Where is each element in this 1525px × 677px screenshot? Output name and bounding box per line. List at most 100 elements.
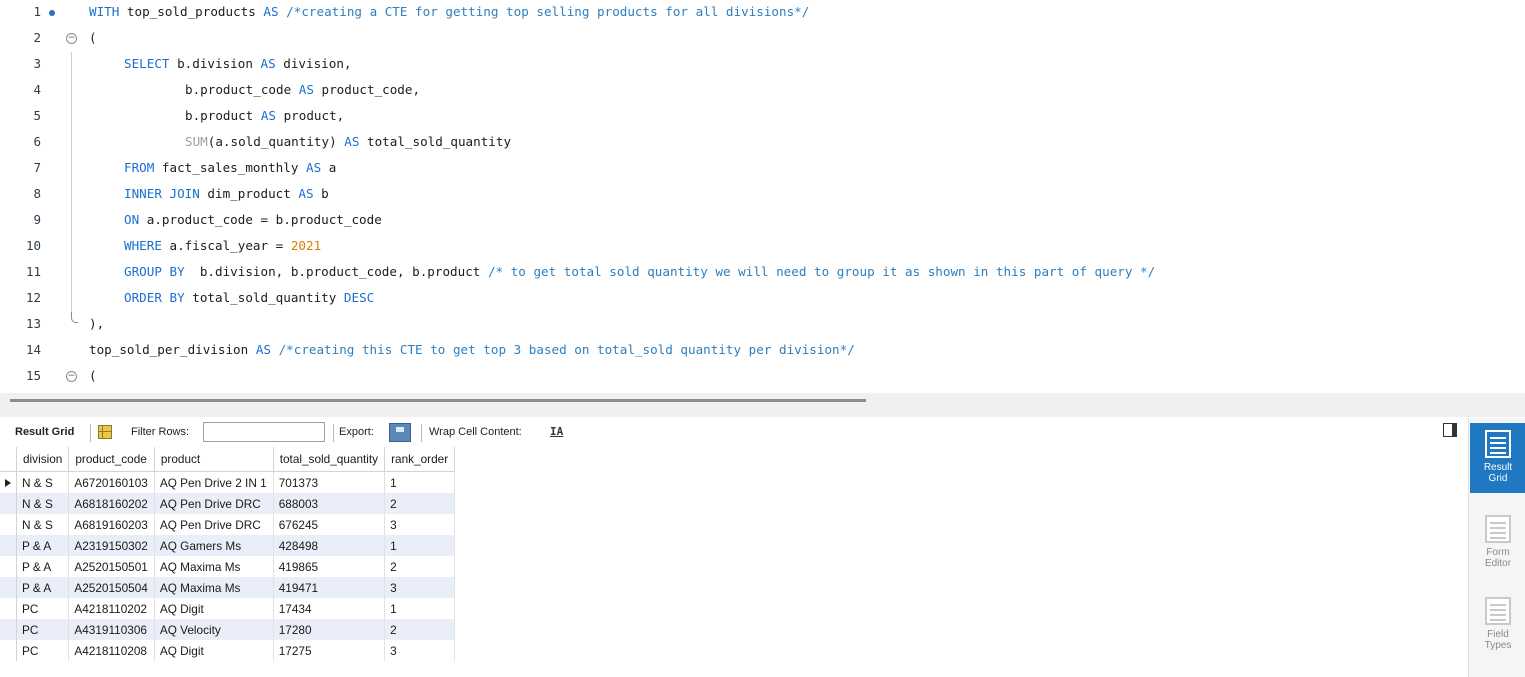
code-line[interactable]: 8 INNER JOIN dim_product AS b — [0, 182, 1525, 208]
table-row[interactable]: P & A A2520150504 AQ Maxima Ms 419471 3 — [0, 577, 456, 598]
table-cell[interactable]: 3 — [384, 640, 456, 661]
table-cell[interactable]: AQ Digit — [154, 640, 274, 661]
code-line[interactable]: 15 − ( — [0, 364, 1525, 390]
column-header-total-sold-quantity[interactable]: total_sold_quantity — [273, 447, 386, 472]
toggle-panel-icon[interactable] — [1443, 423, 1457, 437]
row-selector[interactable] — [0, 577, 17, 598]
table-row[interactable]: N & S A6720160103 AQ Pen Drive 2 IN 1 70137… — [0, 471, 456, 493]
code-line[interactable]: 2 − ( — [0, 26, 1525, 52]
table-cell[interactable]: N & S — [16, 514, 70, 535]
row-selector[interactable] — [0, 535, 17, 556]
column-header-product[interactable]: product — [154, 447, 274, 472]
grid-icon[interactable] — [98, 425, 112, 439]
result-grid-button[interactable]: Result Grid — [1470, 423, 1525, 493]
table-cell[interactable]: 3 — [384, 577, 456, 598]
column-header-product-code[interactable]: product_code — [68, 447, 155, 472]
table-cell[interactable]: AQ Pen Drive DRC — [154, 514, 274, 535]
row-selector[interactable] — [0, 493, 17, 514]
code-line[interactable]: 7 FROM fact_sales_monthly AS a — [0, 156, 1525, 182]
scrollbar-thumb[interactable] — [10, 399, 866, 402]
code-line[interactable]: 11 GROUP BY b.division, b.product_code, b… — [0, 260, 1525, 286]
table-cell[interactable]: AQ Velocity — [154, 619, 274, 640]
code-token: a.product_code = b.product_code — [139, 212, 382, 227]
table-cell[interactable]: N & S — [16, 471, 70, 493]
editor-horizontal-scrollbar[interactable] — [0, 393, 1525, 417]
table-row[interactable]: N & S A6818160202 AQ Pen Drive DRC 688003 2 — [0, 493, 456, 514]
table-cell[interactable]: AQ Maxima Ms — [154, 577, 274, 598]
table-cell[interactable]: PC — [16, 598, 70, 619]
table-cell[interactable]: 3 — [384, 514, 456, 535]
table-cell[interactable]: 17434 — [273, 598, 386, 619]
table-cell[interactable]: 1 — [384, 598, 456, 619]
table-cell[interactable]: 17280 — [273, 619, 386, 640]
table-cell[interactable]: 2 — [384, 493, 456, 514]
table-cell[interactable]: A6720160103 — [68, 471, 155, 493]
table-cell[interactable]: 2 — [384, 556, 456, 577]
table-cell[interactable]: 688003 — [273, 493, 386, 514]
table-cell[interactable]: A2319150302 — [68, 535, 155, 556]
table-cell[interactable]: 428498 — [273, 535, 386, 556]
table-row[interactable]: P & A A2520150501 AQ Maxima Ms 419865 2 — [0, 556, 456, 577]
table-cell[interactable]: A4218110208 — [68, 640, 155, 661]
form-editor-button[interactable]: Form Editor — [1470, 508, 1525, 578]
table-row[interactable]: PC A4319110306 AQ Velocity 17280 2 — [0, 619, 456, 640]
table-cell[interactable]: AQ Maxima Ms — [154, 556, 274, 577]
export-icon[interactable] — [389, 423, 411, 442]
table-cell[interactable]: A4319110306 — [68, 619, 155, 640]
table-cell[interactable]: 701373 — [273, 471, 386, 493]
table-cell[interactable]: AQ Pen Drive DRC — [154, 493, 274, 514]
table-cell[interactable]: 676245 — [273, 514, 386, 535]
row-selector[interactable] — [0, 556, 17, 577]
code-line[interactable]: 5 b.product AS product, — [0, 104, 1525, 130]
code-token: /*creating a CTE for getting top selling… — [278, 4, 810, 19]
code-line[interactable]: 14 top_sold_per_division AS /*creating th… — [0, 338, 1525, 364]
table-cell[interactable]: 1 — [384, 471, 456, 493]
table-cell[interactable]: PC — [16, 640, 70, 661]
result-grid-tab[interactable]: Result Grid — [15, 426, 74, 438]
row-selector[interactable] — [0, 471, 17, 493]
code-line[interactable]: 6 SUM(a.sold_quantity) AS total_sold_quan… — [0, 130, 1525, 156]
code-line[interactable]: 3 SELECT b.division AS division, — [0, 52, 1525, 78]
sql-editor[interactable]: 1 WITH top_sold_products AS /*creating a … — [0, 0, 1525, 393]
table-cell[interactable]: 2 — [384, 619, 456, 640]
table-cell[interactable]: AQ Gamers Ms — [154, 535, 274, 556]
table-cell[interactable]: A4218110202 — [68, 598, 155, 619]
table-cell[interactable]: PC — [16, 619, 70, 640]
code-line[interactable]: 9 ON a.product_code = b.product_code — [0, 208, 1525, 234]
fold-collapse-icon[interactable]: − — [66, 33, 77, 44]
field-types-button[interactable]: Field Types — [1470, 590, 1525, 660]
table-cell[interactable]: AQ Digit — [154, 598, 274, 619]
code-line[interactable]: 13), — [0, 312, 1525, 338]
table-row[interactable]: PC A4218110202 AQ Digit 17434 1 — [0, 598, 456, 619]
table-cell[interactable]: P & A — [16, 556, 70, 577]
row-selector[interactable] — [0, 514, 17, 535]
code-line[interactable]: 10 WHERE a.fiscal_year = 2021 — [0, 234, 1525, 260]
table-row[interactable]: PC A4218110208 AQ Digit 17275 3 — [0, 640, 456, 661]
row-selector[interactable] — [0, 598, 17, 619]
result-grid[interactable]: division product_code product total_sold_qu… — [0, 446, 1468, 677]
table-cell[interactable]: N & S — [16, 493, 70, 514]
row-selector[interactable] — [0, 619, 17, 640]
table-cell[interactable]: A2520150504 — [68, 577, 155, 598]
table-cell[interactable]: 419865 — [273, 556, 386, 577]
fold-collapse-icon[interactable]: − — [66, 371, 77, 382]
column-header-division[interactable]: division — [16, 447, 70, 472]
column-header-rank-order[interactable]: rank_order — [384, 447, 456, 472]
table-cell[interactable]: A6819160203 — [68, 514, 155, 535]
table-cell[interactable]: P & A — [16, 535, 70, 556]
table-cell[interactable]: AQ Pen Drive 2 IN 1 — [154, 471, 274, 493]
table-cell[interactable]: A6818160202 — [68, 493, 155, 514]
table-cell[interactable]: P & A — [16, 577, 70, 598]
table-row[interactable]: N & S A6819160203 AQ Pen Drive DRC 676245 3 — [0, 514, 456, 535]
code-line[interactable]: 1 WITH top_sold_products AS /*creating a … — [0, 0, 1525, 26]
table-cell[interactable]: 419471 — [273, 577, 386, 598]
table-row[interactable]: P & A A2319150302 AQ Gamers Ms 428498 1 — [0, 535, 456, 556]
table-cell[interactable]: 1 — [384, 535, 456, 556]
code-line[interactable]: 4 b.product_code AS product_code, — [0, 78, 1525, 104]
table-cell[interactable]: 17275 — [273, 640, 386, 661]
filter-rows-input[interactable] — [203, 422, 325, 442]
code-line[interactable]: 12 ORDER BY total_sold_quantity DESC — [0, 286, 1525, 312]
wrap-cell-content-icon[interactable]: IA — [550, 425, 563, 438]
row-selector[interactable] — [0, 640, 17, 661]
table-cell[interactable]: A2520150501 — [68, 556, 155, 577]
